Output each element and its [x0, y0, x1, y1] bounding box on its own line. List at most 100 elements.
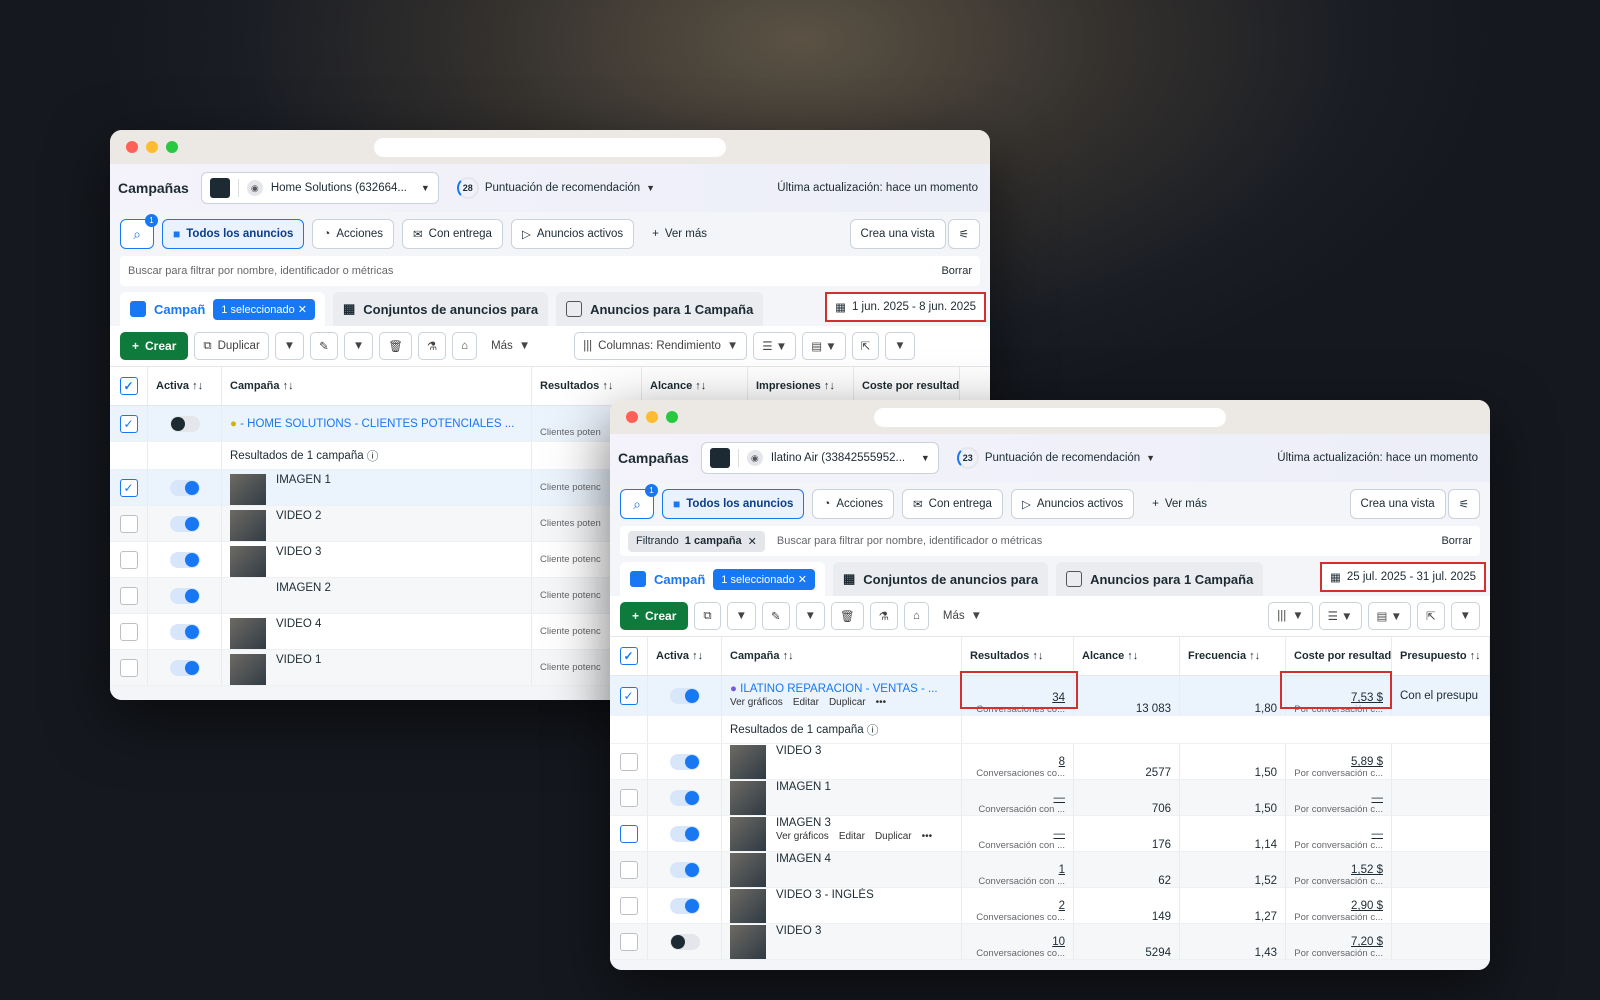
filter-chip[interactable]: Filtrando 1 campaña ✕	[628, 530, 765, 552]
edit-link[interactable]: Editar	[793, 697, 819, 708]
account-selector[interactable]: ◉ Home Solutions (632664... ▼	[200, 172, 439, 204]
maximize-window-button[interactable]	[666, 411, 678, 423]
minimize-window-button[interactable]	[146, 141, 158, 153]
chip-all-ads[interactable]: ■ Todos los anuncios	[162, 219, 305, 249]
ad-name[interactable]: IMAGEN 1	[776, 781, 831, 793]
ad-results[interactable]: —	[1054, 828, 1066, 840]
columns-dropdown[interactable]: ||| Columnas: Rendimiento ▼	[574, 332, 748, 360]
maximize-window-button[interactable]	[166, 141, 178, 153]
delete-button[interactable]: 🗑	[379, 332, 412, 360]
export-button[interactable]: ⇱	[1416, 602, 1445, 630]
see-more-button[interactable]: + Ver más	[1142, 489, 1217, 519]
ad-cost[interactable]: —	[1372, 792, 1384, 804]
row-checkbox[interactable]	[119, 514, 138, 533]
tag-button[interactable]: ⌂	[903, 602, 929, 630]
campaign-name[interactable]: - HOME SOLUTIONS - CLIENTES POTENCIALES …	[240, 418, 514, 430]
ad-cost[interactable]: 5,89 $	[1351, 756, 1383, 768]
col-cost-per-result[interactable]: Coste por resultado ↑↓	[1286, 637, 1392, 675]
chip-delivering[interactable]: ✉ Con entrega	[402, 219, 503, 249]
create-view-button[interactable]: Crea una vista	[849, 219, 946, 249]
table-row[interactable]: VIDEO 3 8 Conversaciones co... 2577 1,50 5,89…	[610, 744, 1490, 780]
more-button[interactable]: Más ▼	[483, 332, 539, 360]
view-settings-button[interactable]: ⚟	[1447, 489, 1480, 519]
ab-test-button[interactable]: ⚗	[417, 332, 447, 360]
reports-dropdown[interactable]: ▤ ▼	[802, 332, 846, 360]
col-frequency[interactable]: Frecuencia ↑↓	[1180, 637, 1286, 675]
account-selector[interactable]: ◉ Ilatino Air (33842555952... ▼	[700, 442, 939, 474]
clear-button[interactable]: Borrar	[1441, 535, 1472, 547]
row-checkbox[interactable]	[119, 550, 138, 569]
chip-delivering[interactable]: ✉ Con entrega	[902, 489, 1003, 519]
col-active[interactable]: Activa ↑↓	[648, 637, 722, 675]
close-window-button[interactable]	[126, 141, 138, 153]
clear-button[interactable]: Borrar	[941, 265, 972, 277]
create-button[interactable]: + Crear	[120, 332, 189, 360]
row-checkbox[interactable]	[619, 932, 638, 951]
close-window-button[interactable]	[626, 411, 638, 423]
row-checkbox[interactable]	[119, 586, 138, 605]
export-button[interactable]: ⇱	[851, 332, 880, 360]
row-checkbox[interactable]	[619, 752, 638, 771]
recommendation-score[interactable]: 23 Puntuación de recomendación ▼	[956, 447, 1155, 469]
edit-button[interactable]: ✎	[761, 602, 790, 630]
col-campaign[interactable]: Campaña ↑↓	[222, 367, 532, 405]
col-campaign[interactable]: Campaña ↑↓	[722, 637, 962, 675]
ad-toggle[interactable]	[669, 753, 700, 770]
ad-name[interactable]: IMAGEN 4	[776, 853, 831, 865]
ad-name[interactable]: VIDEO 3	[776, 745, 821, 757]
table-row[interactable]: IMAGEN 4 1 Conversación con ... 62 1,52 1,52 …	[610, 852, 1490, 888]
search-button[interactable]: ⌕ 1	[620, 484, 658, 519]
duplicate-dropdown[interactable]: ▼	[726, 602, 756, 630]
ad-toggle[interactable]	[669, 897, 700, 914]
ad-toggle[interactable]	[169, 659, 200, 676]
create-view-button[interactable]: Crea una vista	[1349, 489, 1446, 519]
chip-all-ads[interactable]: ■ Todos los anuncios	[662, 489, 805, 519]
export-dropdown[interactable]: ▼	[1450, 602, 1480, 630]
reports-dropdown[interactable]: ▤ ▼	[1367, 602, 1411, 630]
row-checkbox[interactable]	[619, 860, 638, 879]
more-button[interactable]: Más ▼	[934, 602, 991, 630]
ad-results[interactable]: 8	[1059, 756, 1065, 768]
table-row[interactable]: IMAGEN 1— Conversación con ... 706 1,50— Por…	[610, 780, 1490, 816]
table-row[interactable]: IMAGEN 3 Ver gráficos Editar Duplicar ••• — Co…	[610, 816, 1490, 852]
selected-chip[interactable]: 1 seleccionado ✕	[213, 298, 315, 320]
campaign-name[interactable]: ILATINO REPARACION - VENTAS - ...	[740, 683, 937, 695]
date-range-picker[interactable]: ▦ 25 jul. 2025 - 31 jul. 2025	[1319, 562, 1486, 592]
ad-toggle[interactable]	[669, 933, 700, 950]
col-budget[interactable]: Presupuesto ↑↓	[1392, 637, 1490, 675]
ad-toggle[interactable]	[169, 623, 200, 640]
row-checkbox[interactable]	[619, 896, 638, 915]
col-reach[interactable]: Alcance ↑↓	[1074, 637, 1180, 675]
ad-results[interactable]: 1	[1059, 864, 1065, 876]
ad-results[interactable]: 10	[1052, 936, 1065, 948]
address-bar[interactable]	[874, 408, 1226, 427]
breakdown-dropdown[interactable]: ☰ ▼	[1318, 602, 1362, 630]
select-all-checkbox[interactable]: ✓	[119, 377, 138, 395]
tab-campaigns[interactable]: Campañ 1 seleccionado ✕	[120, 292, 325, 326]
minimize-window-button[interactable]	[646, 411, 658, 423]
ad-name[interactable]: VIDEO 3	[776, 925, 821, 937]
tag-button[interactable]: ⌂	[452, 332, 478, 360]
ad-name[interactable]: VIDEO 4	[276, 618, 321, 630]
tab-adsets[interactable]: ▦ Conjuntos de anuncios para	[332, 292, 549, 326]
row-checkbox[interactable]: ✓	[119, 478, 138, 497]
row-checkbox[interactable]	[119, 658, 138, 677]
tab-adsets[interactable]: ▦ Conjuntos de anuncios para	[832, 562, 1049, 596]
view-charts-link[interactable]: Ver gráficos	[730, 697, 783, 708]
row-checkbox[interactable]	[619, 788, 638, 807]
address-bar[interactable]	[374, 138, 726, 157]
more-icon[interactable]: •••	[922, 831, 933, 842]
row-checkbox[interactable]: ✓	[119, 414, 138, 433]
ad-toggle[interactable]	[669, 825, 700, 842]
row-checkbox[interactable]	[119, 622, 138, 641]
selected-chip[interactable]: 1 seleccionado ✕	[713, 568, 815, 590]
filter-search-input[interactable]: Buscar para filtrar por nombre, identifi…	[120, 256, 980, 286]
table-row[interactable]: VIDEO 3 - INGLÉS 2 Conversaciones co... 149…	[610, 888, 1490, 924]
ad-name[interactable]: IMAGEN 3	[776, 817, 831, 829]
columns-dropdown[interactable]: ||| ▼	[1268, 602, 1313, 630]
recommendation-score[interactable]: 28 Puntuación de recomendación ▼	[456, 177, 655, 199]
row-checkbox[interactable]	[619, 824, 638, 843]
chip-active-ads[interactable]: ▷ Anuncios activos	[510, 219, 635, 249]
edit-dropdown[interactable]: ▼	[343, 332, 374, 360]
chip-actions[interactable]: ◔ Acciones	[812, 489, 895, 519]
